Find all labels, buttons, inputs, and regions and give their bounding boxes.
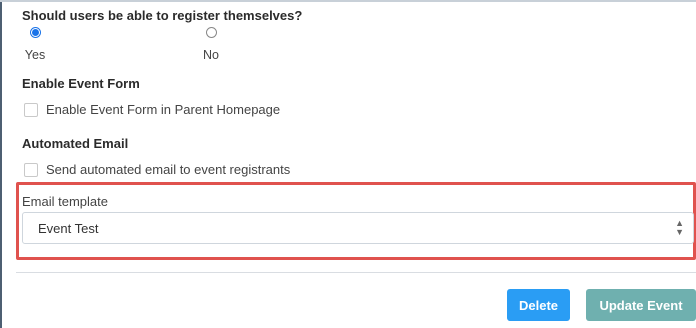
automated-email-checkbox-label: Send automated email to event registrant… [46,162,291,177]
registration-question: Should users be able to register themsel… [22,8,303,23]
radio-no-button[interactable] [205,27,217,38]
radio-yes-label: Yes [24,48,46,62]
event-form-heading: Enable Event Form [22,76,140,91]
email-template-select[interactable]: Event Test ▲ ▼ [22,212,694,244]
event-form-checkbox[interactable] [24,102,38,117]
frame-border-left [0,0,2,328]
radio-yes-button[interactable] [29,27,41,38]
radio-option-yes[interactable]: Yes [24,27,46,62]
event-form-checkbox-row[interactable]: Enable Event Form in Parent Homepage [24,102,280,117]
email-template-selected-value: Event Test [38,221,99,236]
delete-button[interactable]: Delete [507,289,570,321]
update-event-button[interactable]: Update Event [586,289,696,321]
frame-border-top [0,0,696,2]
event-form-checkbox-label: Enable Event Form in Parent Homepage [46,102,281,117]
automated-email-heading: Automated Email [22,136,129,151]
footer-divider [16,272,696,273]
automated-email-checkbox-row[interactable]: Send automated email to event registrant… [24,162,290,177]
email-template-label: Email template [22,194,108,209]
select-updown-arrows-icon: ▲ ▼ [675,218,684,237]
radio-selected-dot [31,29,39,36]
radio-no-label: No [203,48,219,62]
automated-email-checkbox[interactable] [24,162,38,177]
radio-option-no[interactable]: No [198,27,224,62]
